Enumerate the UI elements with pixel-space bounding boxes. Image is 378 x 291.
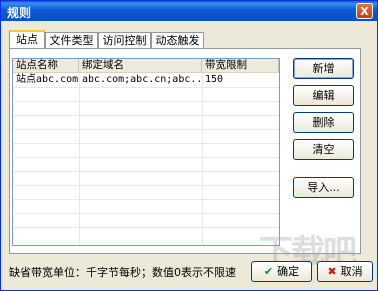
checkmark-icon: ✔	[263, 265, 274, 278]
cancel-label: 取消	[340, 265, 363, 278]
close-icon: X	[360, 5, 369, 18]
tab-dynamic-trigger[interactable]: 动态触发	[151, 32, 204, 48]
import-button[interactable]: 导入...	[293, 177, 354, 198]
row-divider	[13, 199, 279, 200]
site-name-cell: 站点abc.com	[16, 74, 79, 85]
row-divider	[13, 185, 279, 186]
close-button[interactable]: X	[356, 3, 373, 19]
row-divider	[13, 213, 279, 214]
cancel-x-icon: ✖	[327, 265, 337, 278]
row-divider	[13, 171, 279, 172]
column-divider	[202, 73, 203, 245]
row-divider	[13, 115, 279, 116]
ok-button[interactable]: ✔ 确定	[251, 261, 312, 282]
clear-button[interactable]: 清空	[293, 139, 354, 160]
row-divider	[13, 227, 279, 228]
delete-button[interactable]: 删除	[293, 112, 354, 133]
row-divider	[13, 101, 279, 102]
sites-list[interactable]: 站点名称 绑定域名 带宽限制 站点abc.com abc.com;abc.cn;…	[12, 58, 280, 246]
row-divider	[13, 87, 279, 88]
bound-domains-cell: abc.com;abc.cn;abc....	[82, 74, 202, 85]
title-bar[interactable]: 规则 X	[1, 1, 377, 21]
tab-file-types[interactable]: 文件类型	[45, 32, 98, 48]
row-divider	[13, 129, 279, 130]
cancel-button[interactable]: ✖ 取消	[317, 261, 373, 282]
bandwidth-limit-cell: 150	[205, 74, 224, 85]
add-button[interactable]: 新增	[293, 58, 354, 79]
window-title: 规则	[7, 6, 32, 20]
row-divider	[13, 143, 279, 144]
column-divider	[79, 73, 80, 245]
table-row[interactable]: 站点abc.com abc.com;abc.cn;abc.... 150	[13, 73, 279, 87]
column-header-site-name[interactable]: 站点名称	[13, 59, 79, 72]
default-units-note: 缺省带宽单位：千字节每秒；数值0表示不限速	[9, 266, 236, 279]
rules-dialog: 规则 X 站点 文件类型 访问控制 动态触发 站点名称 绑定域名 带宽限制 站点…	[0, 0, 378, 291]
tab-sites[interactable]: 站点	[9, 30, 45, 50]
edit-button[interactable]: 编辑	[293, 85, 354, 106]
tab-access-control[interactable]: 访问控制	[98, 32, 151, 48]
column-header-bandwidth-limit[interactable]: 带宽限制	[202, 59, 279, 72]
column-header-bound-domains[interactable]: 绑定域名	[79, 59, 202, 72]
list-header: 站点名称 绑定域名 带宽限制	[13, 59, 279, 73]
row-divider	[13, 157, 279, 158]
ok-label: 确定	[277, 265, 300, 278]
